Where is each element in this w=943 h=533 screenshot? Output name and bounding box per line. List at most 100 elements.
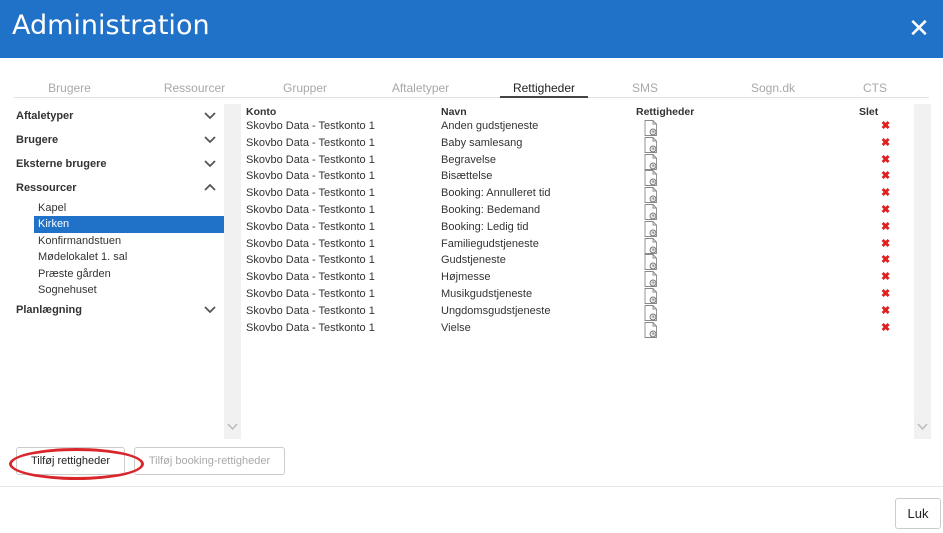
cell-konto: Skovbo Data - Testkonto 1 [246, 220, 375, 233]
sidebar-item[interactable]: Kapel [12, 200, 226, 216]
document-icon[interactable] [644, 170, 658, 187]
delete-icon[interactable]: ✖ [881, 288, 891, 299]
sidebar-item[interactable]: Kirken [34, 216, 226, 233]
sidebar-group-label: Ressourcer [16, 182, 77, 194]
tab-sogn-dk[interactable]: Sogn.dk [728, 80, 818, 98]
table-row: Skovbo Data - Testkonto 1 Begravelse ✖ [241, 153, 914, 170]
cell-konto: Skovbo Data - Testkonto 1 [246, 120, 375, 132]
tab-cts[interactable]: CTS [856, 80, 894, 98]
table-row: Skovbo Data - Testkonto 1 Familiegudstjen… [241, 237, 914, 254]
table-row: Skovbo Data - Testkonto 1 Ungdomsgudstjen… [241, 304, 914, 321]
cell-navn: Ungdomsgudstjeneste [441, 304, 551, 317]
document-icon[interactable] [644, 254, 658, 271]
delete-icon[interactable]: ✖ [881, 322, 891, 333]
table-row: Skovbo Data - Testkonto 1 Anden gudstjene… [241, 119, 914, 136]
header-rettigheder: Rettigheder [636, 106, 695, 118]
chevron-down-icon[interactable] [917, 423, 928, 431]
tab-grupper[interactable]: Grupper [269, 80, 341, 98]
sidebar-item[interactable]: Mødelokalet 1. sal [12, 249, 226, 265]
document-icon[interactable] [644, 204, 658, 220]
dialog-title: Administration [12, 10, 210, 41]
cell-konto: Skovbo Data - Testkonto 1 [246, 304, 375, 317]
sidebar-item[interactable]: Præste gården [12, 266, 226, 282]
sidebar-group-ressourcer[interactable]: Ressourcer [12, 176, 226, 200]
table-row: Skovbo Data - Testkonto 1 Vielse ✖ [241, 321, 914, 338]
tab-sms[interactable]: SMS [625, 80, 665, 98]
cell-navn: Anden gudstjeneste [441, 120, 539, 132]
chevron-down-icon[interactable] [204, 128, 216, 152]
table-header: Konto Navn Rettigheder Slet [241, 104, 914, 119]
sidebar: Aftaletyper Brugere Eksterne brugere Ressou… [12, 104, 226, 434]
document-icon[interactable] [644, 136, 658, 153]
cell-konto: Skovbo Data - Testkonto 1 [246, 271, 375, 284]
delete-icon[interactable]: ✖ [881, 238, 891, 249]
cell-konto: Skovbo Data - Testkonto 1 [246, 237, 375, 250]
cell-konto: Skovbo Data - Testkonto 1 [246, 136, 375, 149]
title-bar: Administration ✕ [0, 0, 943, 58]
chevron-down-icon[interactable] [204, 104, 216, 128]
document-icon[interactable] [644, 120, 658, 136]
document-icon[interactable] [644, 288, 658, 304]
document-icon[interactable] [644, 321, 658, 338]
table-row: Skovbo Data - Testkonto 1 Musikgudstjenes… [241, 287, 914, 304]
add-rights-button[interactable]: Tilføj rettigheder [16, 447, 125, 475]
cell-navn: Booking: Ledig tid [441, 220, 529, 233]
table-row: Skovbo Data - Testkonto 1 Bisættelse ✖ [241, 169, 914, 187]
close-button[interactable]: Luk [895, 498, 941, 529]
cell-navn: Baby samlesang [441, 136, 523, 149]
document-icon[interactable] [644, 304, 658, 321]
cell-konto: Skovbo Data - Testkonto 1 [246, 187, 375, 200]
sidebar-group-brugere[interactable]: Brugere [12, 128, 226, 152]
tab-aftaletyper[interactable]: Aftaletyper [378, 80, 463, 98]
tab-rettigheder[interactable]: Rettigheder [500, 80, 588, 98]
sidebar-group-eksterne-brugere[interactable]: Eksterne brugere [12, 152, 226, 176]
cell-konto: Skovbo Data - Testkonto 1 [246, 203, 375, 216]
tab-bar: Brugere Ressourcer Grupper Aftaletyper Retti… [14, 80, 929, 98]
header-navn: Navn [441, 106, 467, 118]
sidebar-group-label: Eksterne brugere [16, 158, 107, 170]
sidebar-scrollbar[interactable] [224, 104, 241, 439]
delete-icon[interactable]: ✖ [881, 221, 891, 232]
sidebar-group-label: Planlægning [16, 304, 82, 317]
sidebar-group-aftaletyper[interactable]: Aftaletyper [12, 104, 226, 128]
add-booking-rights-button: Tilføj booking-rettigheder [134, 447, 285, 475]
sidebar-item[interactable]: Sognehuset [12, 282, 226, 298]
cell-navn: Booking: Annulleret tid [441, 187, 551, 200]
header-slet: Slet [859, 106, 879, 118]
delete-icon[interactable]: ✖ [881, 305, 891, 316]
chevron-down-icon[interactable] [227, 423, 238, 431]
delete-icon[interactable]: ✖ [881, 154, 891, 165]
delete-icon[interactable]: ✖ [881, 255, 891, 266]
table-scrollbar[interactable] [914, 104, 931, 439]
sidebar-item[interactable]: Konfirmandstuen [12, 233, 226, 249]
sidebar-group-planl-gning[interactable]: Planlægning [12, 298, 226, 322]
chevron-down-icon[interactable] [204, 152, 216, 176]
document-icon[interactable] [644, 187, 658, 204]
tab-ressourcer[interactable]: Ressourcer [152, 80, 237, 98]
cell-navn: Booking: Bedemand [441, 203, 541, 216]
table-body: Skovbo Data - Testkonto 1 Anden gudstjene… [241, 119, 914, 338]
delete-icon[interactable]: ✖ [881, 188, 891, 199]
delete-icon[interactable]: ✖ [881, 137, 891, 148]
cell-navn: Musikgudstjeneste [441, 287, 533, 300]
chevron-up-icon[interactable] [204, 176, 216, 200]
header-konto: Konto [246, 106, 277, 118]
cell-navn: Gudstjeneste [441, 254, 506, 267]
cell-konto: Skovbo Data - Testkonto 1 [246, 321, 375, 334]
close-icon[interactable]: ✕ [907, 14, 931, 42]
cell-konto: Skovbo Data - Testkonto 1 [246, 287, 375, 300]
tab-brugere[interactable]: Brugere [42, 80, 97, 98]
delete-icon[interactable]: ✖ [881, 171, 891, 182]
chevron-down-icon[interactable] [204, 298, 216, 322]
document-icon[interactable] [644, 220, 658, 237]
cell-navn: Vielse [441, 321, 471, 334]
document-icon[interactable] [644, 271, 658, 288]
delete-icon[interactable]: ✖ [881, 272, 891, 283]
table-row: Skovbo Data - Testkonto 1 Højmesse ✖ [241, 270, 914, 288]
cell-navn: Bisættelse [441, 170, 493, 183]
delete-icon[interactable]: ✖ [881, 204, 891, 215]
document-icon[interactable] [644, 153, 658, 170]
document-icon[interactable] [644, 237, 658, 254]
delete-icon[interactable]: ✖ [881, 121, 891, 132]
cell-navn: Begravelse [441, 153, 497, 166]
